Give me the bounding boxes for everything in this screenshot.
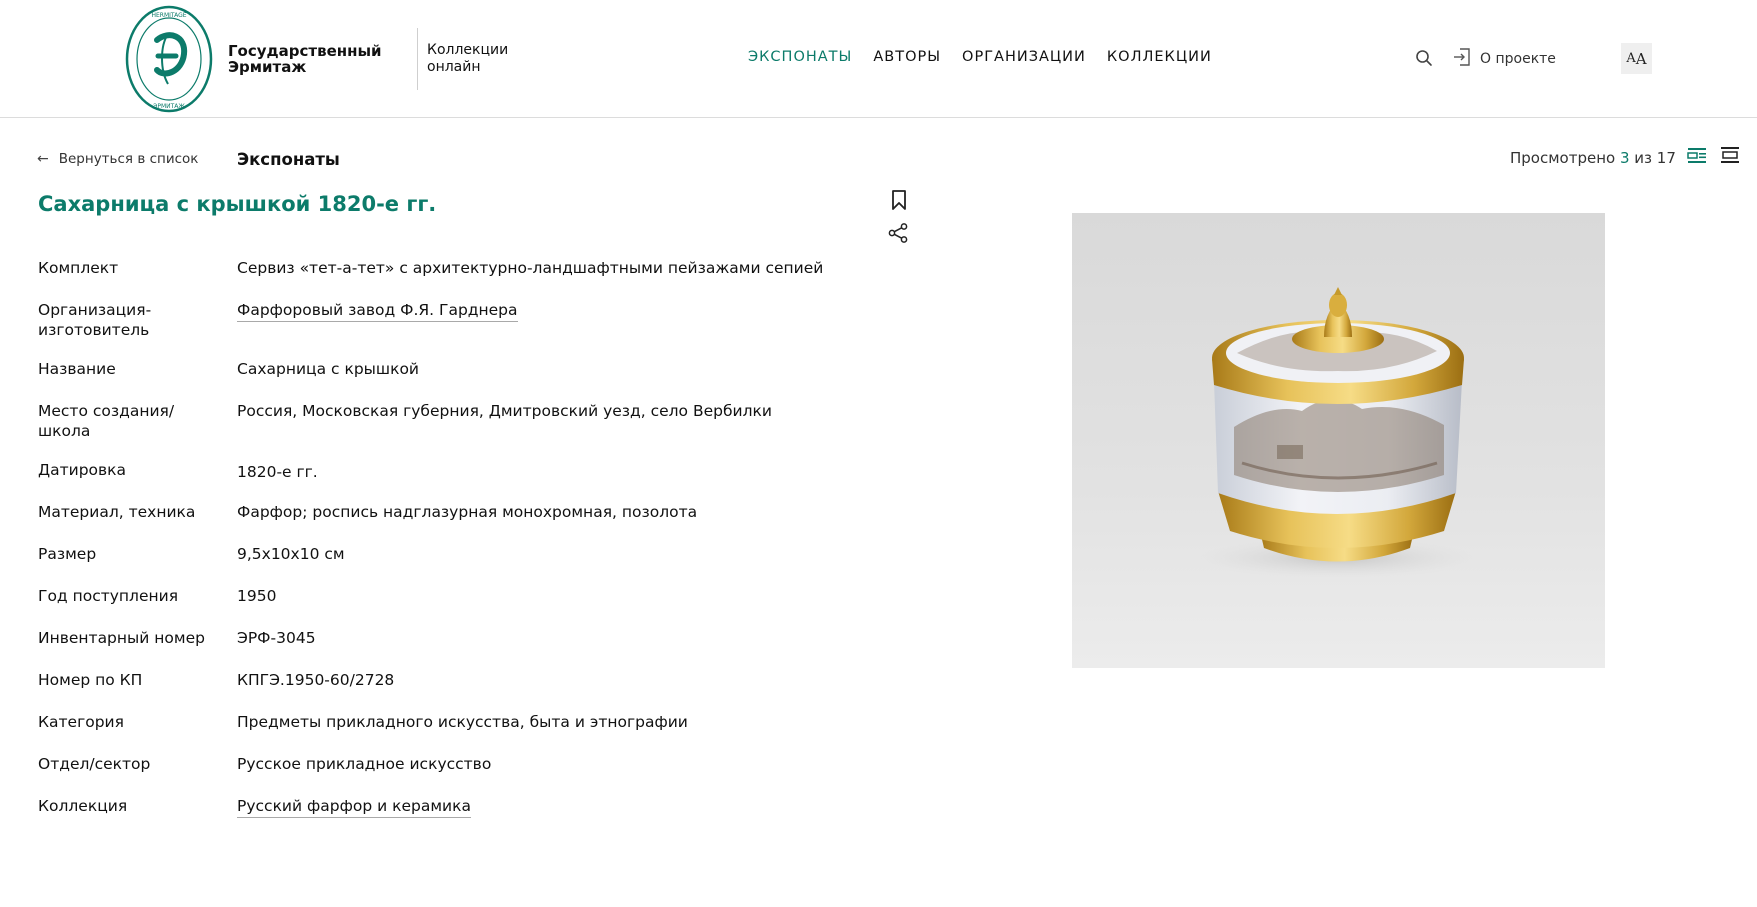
font-size-small-label: A	[1626, 51, 1636, 66]
property-value: Россия, Московская губерния, Дмитровский…	[237, 402, 772, 420]
item-title: Сахарница с крышкой 1820-е гг.	[38, 192, 437, 216]
property-value: ЭРФ-3045	[237, 629, 316, 647]
svg-text:HERMITAGE: HERMITAGE	[151, 12, 186, 19]
main-nav: ЭКСПОНАТЫ АВТОРЫ ОРГАНИЗАЦИИ КОЛЛЕКЦИИ	[748, 49, 1233, 65]
property-label: Комплект	[38, 259, 119, 277]
brand-divider	[417, 28, 418, 90]
property-value: Сахарница с крышкой	[237, 360, 420, 378]
single-view-icon[interactable]	[1720, 146, 1740, 164]
viewed-counter: Просмотрено 3 из 17	[1510, 149, 1676, 167]
arrow-left-icon: ←	[37, 151, 49, 167]
property-label: Материал, техника	[38, 503, 196, 521]
about-label: О проекте	[1480, 51, 1556, 67]
share-icon[interactable]	[887, 222, 909, 244]
property-value: 1820-е гг.	[237, 463, 318, 481]
list-view-icon[interactable]	[1687, 146, 1707, 164]
back-label: Вернуться в список	[58, 151, 199, 167]
font-size-button[interactable]: AA	[1621, 43, 1652, 74]
viewed-current: 3	[1619, 149, 1630, 167]
property-label: Номер по КП	[38, 671, 143, 689]
property-label: Коллекция	[38, 797, 128, 815]
brand-line-1: Государственный	[228, 42, 382, 60]
site-header: HERMITAGE ЭРМИТАЖ Государственный Эрмита…	[0, 0, 1757, 118]
search-icon[interactable]	[1415, 49, 1433, 67]
property-label: Датировка	[38, 461, 127, 479]
viewed-prefix: Просмотрено	[1510, 149, 1620, 167]
manufacturer-link[interactable]: Фарфоровый завод Ф.Я. Гарднера	[237, 300, 518, 322]
nav-authors[interactable]: АВТОРЫ	[873, 49, 941, 65]
collections-online-label[interactable]: Коллекции онлайн	[427, 42, 508, 76]
property-label: Размер	[38, 545, 97, 563]
brand-line-2: Эрмитаж	[228, 58, 307, 76]
property-value: Сервиз «тет-а-тет» с архитектурно-ландша…	[237, 259, 824, 277]
section-title: Экспонаты	[237, 150, 340, 169]
property-label: Название	[38, 360, 116, 378]
property-label: Инвентарный номер	[38, 629, 205, 647]
about-project-link[interactable]: О проекте	[1452, 47, 1556, 71]
nav-collections[interactable]: КОЛЛЕКЦИИ	[1107, 49, 1212, 65]
property-label: Год поступления	[38, 587, 179, 605]
viewed-suffix: из 17	[1629, 149, 1676, 167]
property-label: Категория	[38, 713, 124, 731]
svg-text:ЭРМИТАЖ: ЭРМИТАЖ	[153, 103, 185, 110]
collection-link[interactable]: Русский фарфор и керамика	[237, 796, 471, 818]
hermitage-logo[interactable]: HERMITAGE ЭРМИТАЖ	[124, 4, 214, 114]
property-value: Русское прикладное искусство	[237, 755, 492, 773]
property-label: Место создания/школа	[38, 402, 175, 440]
back-to-list-link[interactable]: ← Вернуться в список	[37, 151, 198, 167]
login-icon	[1452, 47, 1472, 71]
property-value: 9,5x10x10 см	[237, 545, 345, 563]
bookmark-icon[interactable]	[890, 189, 908, 211]
property-label: Организация-изготовитель	[38, 301, 152, 339]
nav-exhibits[interactable]: ЭКСПОНАТЫ	[748, 49, 852, 65]
property-value: Предметы прикладного искусства, быта и э…	[237, 713, 688, 731]
font-size-big-label: A	[1635, 49, 1647, 68]
brand-name[interactable]: Государственный Эрмитаж	[228, 43, 382, 75]
property-label: Отдел/сектор	[38, 755, 151, 773]
nav-organizations[interactable]: ОРГАНИЗАЦИИ	[962, 49, 1086, 65]
subbrand-line-1: Коллекции	[427, 42, 509, 58]
subbrand-line-2: онлайн	[427, 59, 481, 75]
item-photo[interactable]	[1072, 213, 1605, 668]
property-value: Фарфор; роспись надглазурная монохромная…	[237, 503, 698, 521]
property-value: КПГЭ.1950-60/2728	[237, 671, 395, 689]
property-value: 1950	[237, 587, 277, 605]
